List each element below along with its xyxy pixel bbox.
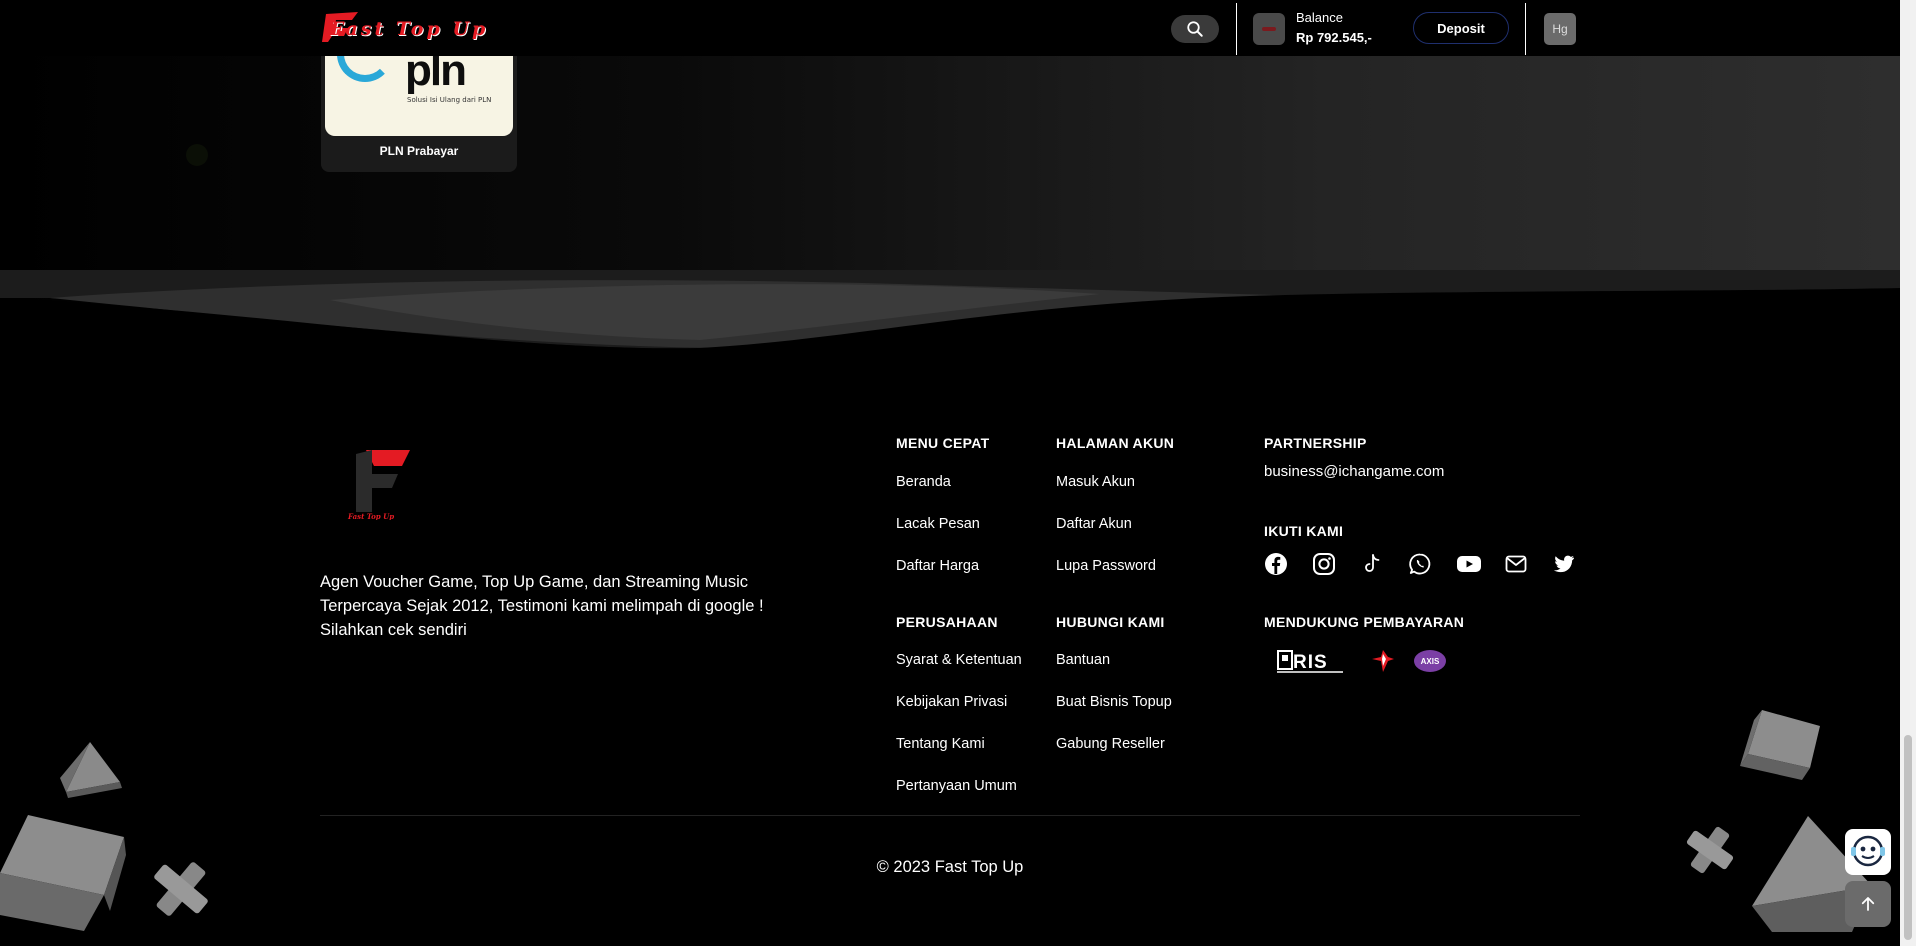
site-logo[interactable]: Fast Top Up	[322, 10, 528, 44]
arrow-up-icon	[1861, 897, 1875, 911]
twitter-icon[interactable]	[1552, 552, 1576, 576]
tiktok-icon[interactable]	[1360, 552, 1384, 576]
axis-logo: AXIS	[1414, 650, 1446, 672]
halaman-akun-heading: HALAMAN AKUN	[1056, 435, 1175, 451]
product-image-tagline: Solusi Isi Ulang dari PLN	[407, 96, 492, 104]
footer-link-lupa-password[interactable]: Lupa Password	[1056, 558, 1156, 574]
menu-cepat-heading: MENU CEPAT	[896, 435, 990, 451]
logo-text: Fast Top Up	[330, 18, 489, 40]
decorative-pyramid-left	[60, 742, 122, 798]
hubungi-kami-heading: HUBUNGI KAMI	[1056, 614, 1165, 630]
decorative-cube-right-top	[1740, 710, 1820, 780]
ikuti-kami-heading: IKUTI KAMI	[1264, 523, 1344, 539]
youtube-icon[interactable]	[1456, 552, 1482, 576]
footer-logo-text: Fast Top Up	[347, 512, 394, 520]
footer-link-daftar-harga[interactable]: Daftar Harga	[896, 558, 979, 574]
footer-link-pertanyaan-umum[interactable]: Pertanyaan Umum	[896, 778, 1017, 794]
hero-wave	[0, 270, 1900, 360]
footer-divider	[320, 815, 1580, 816]
mail-icon[interactable]	[1504, 552, 1528, 576]
footer-link-tentang-kami[interactable]: Tentang Kami	[896, 736, 985, 752]
footer-link-masuk-akun[interactable]: Masuk Akun	[1056, 474, 1135, 490]
header-divider	[1236, 3, 1237, 55]
svg-text:RIS: RIS	[1293, 652, 1328, 673]
partnership-heading: PARTNERSHIP	[1264, 435, 1367, 451]
footer-link-daftar-akun[interactable]: Daftar Akun	[1056, 516, 1132, 532]
product-name: PLN Prabayar	[379, 144, 459, 158]
partnership-email-link[interactable]: business@ichangame.com	[1264, 463, 1444, 480]
scrollbar-thumb[interactable]	[1904, 735, 1912, 940]
balance-value: Rp 792.545,-	[1296, 30, 1372, 45]
telkomsel-logo	[1372, 650, 1394, 672]
balance-label: Balance	[1296, 10, 1343, 25]
copyright-text: © 2023 Fast Top Up	[876, 858, 1024, 876]
svg-text:AXIS: AXIS	[1421, 657, 1440, 666]
scroll-to-top-button[interactable]	[1845, 881, 1891, 927]
search-icon	[1187, 21, 1203, 37]
decorative-dot	[186, 144, 208, 166]
balance-icon	[1253, 13, 1285, 45]
footer-link-kebijakan-privasi[interactable]: Kebijakan Privasi	[896, 694, 1007, 710]
instagram-icon[interactable]	[1312, 552, 1336, 576]
footer-description: Agen Voucher Game, Top Up Game, dan Stre…	[320, 573, 764, 639]
footer-link-syarat-ketentuan[interactable]: Syarat & Ketentuan	[896, 652, 1022, 668]
pembayaran-heading: MENDUKUNG PEMBAYARAN	[1264, 614, 1465, 630]
search-button[interactable]	[1171, 15, 1219, 43]
perusahaan-heading: PERUSAHAAN	[896, 614, 998, 630]
qris-logo: RIS	[1277, 650, 1343, 673]
footer-link-beranda[interactable]: Beranda	[896, 474, 951, 490]
footer-link-buat-bisnis-topup[interactable]: Buat Bisnis Topup	[1056, 694, 1172, 710]
footer-link-gabung-reseller[interactable]: Gabung Reseller	[1056, 736, 1165, 752]
deposit-button[interactable]: Deposit	[1413, 12, 1509, 44]
live-chat-button[interactable]	[1845, 829, 1891, 875]
page-scrollbar[interactable]	[1900, 0, 1916, 946]
facebook-icon[interactable]	[1264, 552, 1288, 576]
whatsapp-icon[interactable]	[1408, 552, 1432, 576]
top-navbar: Fast Top Up Balance Rp 792.545,- Deposit…	[0, 0, 1900, 56]
header-divider	[1525, 3, 1526, 55]
footer-link-bantuan[interactable]: Bantuan	[1056, 652, 1110, 668]
chat-bot-icon	[1851, 835, 1885, 867]
user-avatar-button[interactable]: Hg	[1544, 13, 1576, 45]
footer-logo[interactable]: Fast Top Up	[346, 446, 418, 520]
footer-link-lacak-pesan[interactable]: Lacak Pesan	[896, 516, 980, 532]
